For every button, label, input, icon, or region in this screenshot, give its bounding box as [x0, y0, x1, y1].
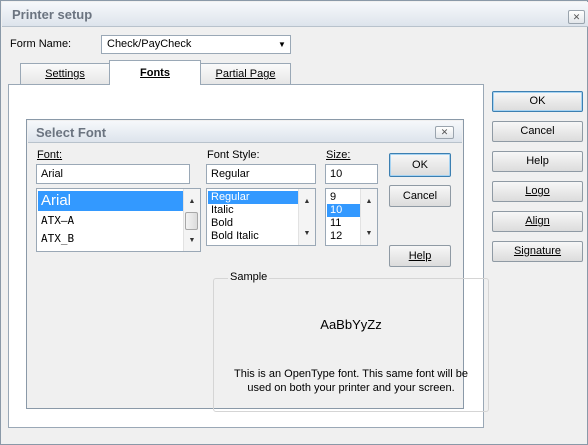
scroll-up-icon[interactable]: ▲ — [361, 195, 377, 209]
size-list-item[interactable]: 9 — [327, 191, 360, 204]
size-list-item[interactable]: 12 — [327, 230, 360, 243]
scroll-up-icon[interactable]: ▲ — [299, 195, 315, 209]
form-name-value: Check/PayCheck — [107, 38, 192, 50]
font-list-item[interactable]: ATX_B — [38, 231, 183, 247]
scroll-down-icon[interactable]: ▼ — [361, 227, 377, 241]
form-name-label: Form Name: — [10, 38, 72, 50]
font-list[interactable]: Arial ATX—A ATX_B ▲ ▼ — [36, 188, 201, 252]
tab-settings-label: Settings — [45, 68, 85, 80]
size-list[interactable]: 9 10 11 12 ▲ ▼ — [325, 188, 378, 246]
font-list-scrollbar[interactable]: ▲ ▼ — [183, 189, 200, 251]
close-icon: ✕ — [440, 127, 449, 137]
window-title-bar[interactable]: Printer setup ✕ — [2, 2, 588, 27]
window-close-button[interactable]: ✕ — [568, 10, 585, 24]
tab-settings[interactable]: Settings — [20, 63, 110, 84]
dialog-ok-button[interactable]: OK — [389, 153, 451, 177]
cancel-button[interactable]: Cancel — [492, 121, 583, 142]
size-input[interactable] — [325, 164, 378, 184]
tab-fonts-label: Fonts — [140, 67, 170, 79]
logo-button[interactable]: Logo — [492, 181, 583, 202]
style-list-item[interactable]: Bold Italic — [208, 230, 298, 243]
signature-button[interactable]: Signature — [492, 241, 583, 262]
size-label: Size: — [326, 149, 351, 161]
select-font-dialog: Select Font ✕ Font: Arial ATX—A ATX_B ▲ … — [26, 119, 489, 412]
dialog-title: Select Font — [36, 125, 107, 140]
tab-partial-page-label: Partial Page — [215, 68, 276, 80]
scrollbar-thumb[interactable] — [185, 212, 198, 230]
sample-label: Sample — [228, 271, 270, 283]
align-button[interactable]: Align — [492, 211, 583, 232]
font-style-list[interactable]: Regular Italic Bold Bold Italic ▲ ▼ — [206, 188, 316, 246]
chevron-down-icon[interactable]: ▼ — [274, 36, 290, 53]
style-list-item[interactable]: Italic — [208, 204, 298, 217]
scroll-down-icon[interactable]: ▼ — [184, 234, 200, 248]
size-list-item[interactable]: 10 — [327, 204, 360, 217]
size-list-scrollbar[interactable]: ▲ ▼ — [360, 189, 377, 245]
font-list-item[interactable]: ATX—A — [38, 213, 183, 229]
sample-preview-text: AaBbYyZz — [320, 317, 382, 332]
scroll-up-icon[interactable]: ▲ — [184, 195, 200, 209]
font-note-line-1: This is an OpenType font. This same font… — [234, 368, 468, 380]
help-button[interactable]: Help — [492, 151, 583, 172]
font-label: Font: — [37, 149, 63, 161]
dialog-help-button[interactable]: Help — [389, 245, 451, 267]
font-style-input[interactable] — [206, 164, 316, 184]
close-icon: ✕ — [572, 12, 581, 22]
size-list-item[interactable]: 11 — [327, 217, 360, 230]
style-list-scrollbar[interactable]: ▲ ▼ — [298, 189, 315, 245]
form-name-combobox[interactable]: Check/PayCheck ▼ — [101, 35, 291, 54]
scroll-down-icon[interactable]: ▼ — [299, 227, 315, 241]
style-list-item[interactable]: Bold — [208, 217, 298, 230]
style-list-item[interactable]: Regular — [208, 191, 298, 204]
font-list-item[interactable]: Arial — [38, 191, 183, 211]
ok-button[interactable]: OK — [492, 91, 583, 112]
tab-fonts[interactable]: Fonts — [109, 60, 201, 85]
tab-partial-page[interactable]: Partial Page — [200, 63, 291, 84]
font-note-line-2: used on both your printer and your scree… — [247, 382, 455, 394]
font-style-label: Font Style: — [207, 149, 260, 161]
dialog-close-button[interactable]: ✕ — [435, 126, 454, 139]
dialog-cancel-button[interactable]: Cancel — [389, 185, 451, 207]
dialog-title-bar[interactable]: Select Font ✕ — [28, 121, 462, 143]
window-title: Printer setup — [12, 7, 93, 22]
font-name-input[interactable] — [36, 164, 190, 184]
